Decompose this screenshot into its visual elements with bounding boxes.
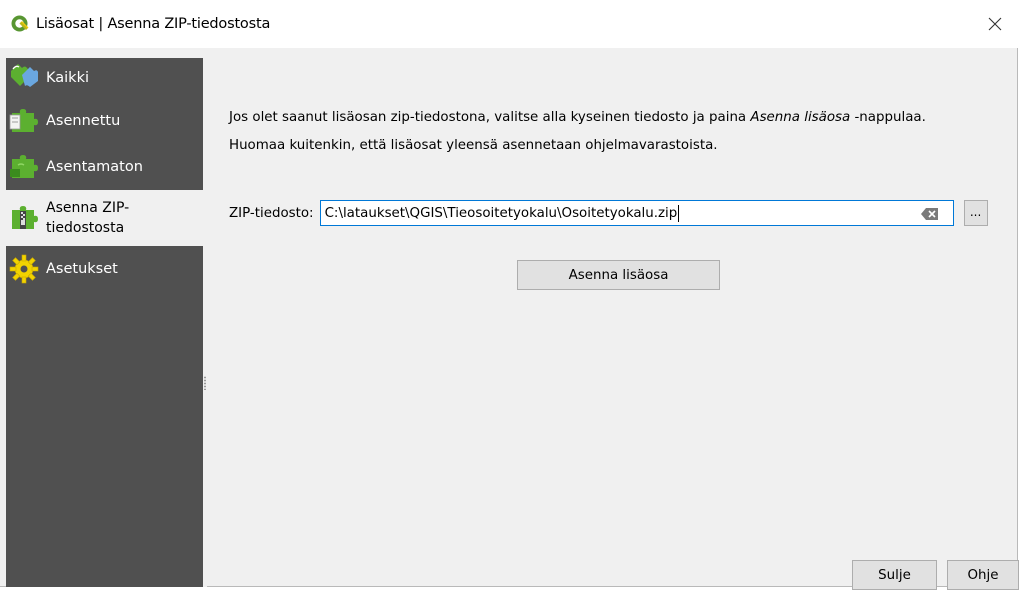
install-plugin-button[interactable]: Asenna lisäosa — [517, 260, 720, 290]
description-text: Jos olet saanut lisäosan zip-tiedostona,… — [229, 104, 926, 160]
description-line-2: Huomaa kuitenkin, että lisäosat yleensä … — [229, 138, 718, 153]
sidebar-item-asetukset[interactable]: Asetukset — [6, 246, 203, 292]
puzzle-zip-icon — [12, 206, 38, 229]
zip-file-label: ZIP-tiedosto: — [229, 205, 314, 221]
sidebar-item-asentamaton[interactable]: Asentamaton — [6, 144, 203, 190]
sidebar-item-kaikki[interactable]: Kaikki — [6, 58, 203, 98]
description-line-1: Jos olet saanut lisäosan zip-tiedostona,… — [229, 110, 926, 125]
qgis-logo-icon — [11, 15, 29, 32]
puzzle-uninstalled-icon — [10, 155, 38, 178]
clear-input-icon[interactable] — [920, 207, 939, 221]
browse-button[interactable]: ... — [963, 200, 988, 226]
sidebar: Kaikki Asennettu Asentamaton Asenna ZIP-… — [6, 58, 203, 587]
zip-file-input[interactable]: C:\lataukset\QGIS\Tieosoitetyokalu\Osoit… — [319, 200, 954, 226]
sidebar-item-asennettu[interactable]: Asennettu — [6, 98, 203, 144]
plugin-manager-dialog: Lisäosat | Asenna ZIP-tiedostosta Kaikki — [0, 0, 1019, 590]
window-title: Lisäosat | Asenna ZIP-tiedostosta — [36, 16, 271, 32]
sidebar-item-label: Asetukset — [46, 261, 118, 277]
sidebar-item-label: Asenna ZIP- tiedostosta — [46, 200, 130, 236]
puzzle-installed-icon — [9, 109, 38, 132]
close-icon — [988, 17, 1002, 31]
help-button[interactable]: Ohje — [947, 560, 1019, 590]
main-panel: Jos olet saanut lisäosan zip-tiedostona,… — [207, 48, 1019, 590]
close-button[interactable]: Sulje — [852, 560, 937, 590]
sidebar-item-label: Kaikki — [46, 70, 89, 86]
sidebar-item-label: Asentamaton — [46, 159, 143, 175]
sidebar-item-label: Asennettu — [46, 113, 121, 129]
title-bar: Lisäosat | Asenna ZIP-tiedostosta — [0, 0, 1018, 48]
close-window-button[interactable] — [972, 0, 1018, 48]
sidebar-item-asenna-zip[interactable]: Asenna ZIP- tiedostosta — [6, 190, 203, 246]
zip-file-row: ZIP-tiedosto: C:\lataukset\QGIS\Tieosoit… — [229, 200, 988, 226]
splitter-grip-icon — [204, 376, 206, 390]
puzzle-all-icon — [11, 64, 38, 87]
zip-file-value: C:\lataukset\QGIS\Tieosoitetyokalu\Osoit… — [324, 205, 678, 221]
text-caret — [678, 204, 680, 222]
gear-settings-icon — [9, 254, 39, 284]
